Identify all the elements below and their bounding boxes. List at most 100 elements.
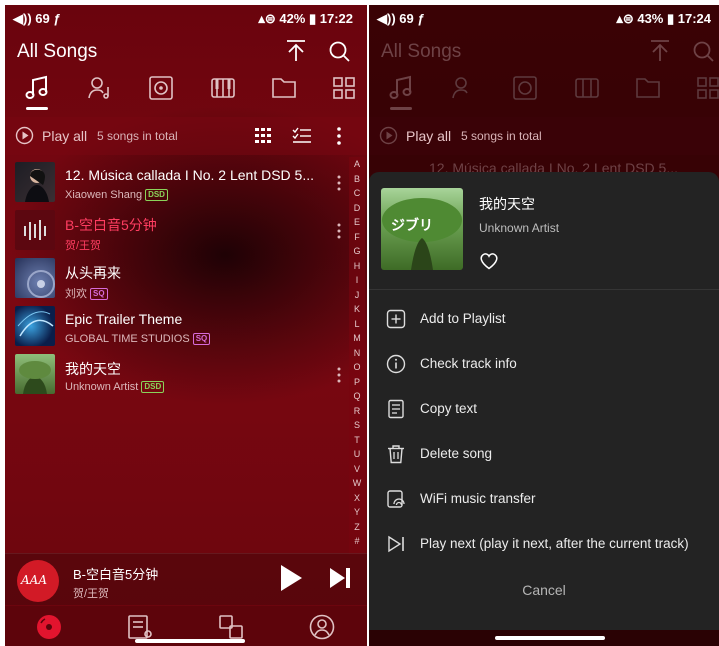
active-tab-indicator <box>26 107 48 110</box>
song-row[interactable]: 从头再来 刘欢 SQ <box>5 258 348 306</box>
play-circle-icon[interactable] <box>15 126 34 145</box>
tab-artists-icon <box>452 77 468 99</box>
play-icon[interactable] <box>279 564 303 592</box>
play-circle-icon <box>379 126 398 145</box>
song-more-icon[interactable] <box>336 174 342 192</box>
document-icon <box>388 399 404 419</box>
alphabet-letter[interactable]: O <box>349 360 365 375</box>
alphabet-letter[interactable]: A <box>349 157 365 172</box>
scroll-top-icon[interactable] <box>285 39 307 63</box>
song-row[interactable]: Epic Trailer Theme GLOBAL TIME STUDIOS SQ <box>5 306 348 354</box>
song-more-icon[interactable] <box>336 366 342 384</box>
song-count: 5 songs in total <box>97 129 178 143</box>
tab-folders-icon[interactable] <box>271 75 297 101</box>
mini-player[interactable]: AAA B-空白音5分钟 贺/王贺 <box>5 553 367 605</box>
multi-select-icon[interactable] <box>292 126 312 146</box>
nav-music-disc-icon[interactable] <box>36 614 62 640</box>
alphabet-letter[interactable]: X <box>349 491 365 506</box>
alphabet-letter[interactable]: U <box>349 447 365 462</box>
status-right: ▴⊜ 42% ▮ 17:22 <box>258 11 353 26</box>
tab-more-grid-icon[interactable] <box>331 75 357 101</box>
menu-label: Add to Playlist <box>420 311 506 326</box>
alphabet-index[interactable]: A B C D E F G H I J K L M N O P Q R S T U V W X Y Z # <box>349 157 365 555</box>
cover-logo-text: ジブリ <box>391 217 433 234</box>
sq-badge: SQ <box>90 288 108 300</box>
alphabet-letter[interactable]: H <box>349 259 365 274</box>
sq-badge: SQ <box>192 333 211 345</box>
sheet-divider <box>369 289 719 290</box>
tab-songs-icon <box>389 75 412 99</box>
song-title: 从头再来 <box>65 265 121 281</box>
album-cover <box>15 258 55 298</box>
alphabet-letter[interactable]: F <box>349 230 365 245</box>
alphabet-letter[interactable]: D <box>349 201 365 216</box>
wifi-transfer-icon <box>387 490 405 508</box>
song-title: Epic Trailer Theme <box>65 311 183 327</box>
album-cover <box>15 354 55 394</box>
menu-copy-text[interactable]: Copy text <box>369 389 719 429</box>
alphabet-letter[interactable]: E <box>349 215 365 230</box>
dsd-badge: DSD <box>145 189 168 201</box>
favorite-heart-icon[interactable] <box>479 252 499 270</box>
menu-play-next[interactable]: Play next (play it next, after the curre… <box>369 524 719 564</box>
menu-label: Check track info <box>420 356 517 371</box>
tab-genres-icon[interactable] <box>210 75 236 101</box>
menu-check-track-info[interactable]: Check track info <box>369 344 719 384</box>
nav-playlist-icon[interactable] <box>127 614 153 640</box>
alphabet-letter[interactable]: C <box>349 186 365 201</box>
tab-songs-icon[interactable] <box>24 75 50 101</box>
alphabet-letter[interactable]: W <box>349 476 365 491</box>
play-all-bar: Play all 5 songs in total <box>369 117 719 155</box>
status-left: ◀)) 69 ƒ <box>377 11 425 26</box>
home-indicator[interactable] <box>135 639 245 643</box>
now-playing-disc[interactable]: AAA <box>17 560 59 602</box>
search-icon[interactable] <box>328 39 350 63</box>
song-row[interactable]: 我的天空 Unknown Artist DSD <box>5 354 348 402</box>
nav-profile-icon[interactable] <box>309 614 335 640</box>
alphabet-letter[interactable]: K <box>349 302 365 317</box>
status-right: ▴⊜ 43% ▮ 17:24 <box>616 11 711 26</box>
menu-wifi-music-transfer[interactable]: WiFi music transfer <box>369 479 719 519</box>
alphabet-letter[interactable]: # <box>349 534 365 549</box>
song-row[interactable]: 12. Música callada I No. 2 Lent DSD 5...… <box>5 162 348 210</box>
alphabet-letter[interactable]: G <box>349 244 365 259</box>
album-cover <box>15 162 55 202</box>
alphabet-letter[interactable]: P <box>349 375 365 390</box>
alphabet-letter[interactable]: J <box>349 288 365 303</box>
menu-add-to-playlist[interactable]: Add to Playlist <box>369 299 719 339</box>
alphabet-letter[interactable]: N <box>349 346 365 361</box>
trash-icon <box>388 445 404 464</box>
song-options-sheet: ジブリ 我的天空 Unknown Artist Add to Playlist … <box>369 172 719 632</box>
alphabet-letter[interactable]: Y <box>349 505 365 520</box>
home-indicator[interactable] <box>495 636 605 640</box>
tab-more-grid-icon <box>697 77 719 99</box>
overflow-menu-icon[interactable] <box>329 126 349 146</box>
tab-artists-icon[interactable] <box>87 75 113 101</box>
song-more-icon[interactable] <box>336 222 342 240</box>
alphabet-letter[interactable]: L <box>349 317 365 332</box>
alphabet-letter[interactable]: Q <box>349 389 365 404</box>
tab-albums-icon[interactable] <box>148 75 174 101</box>
grid-view-icon[interactable] <box>253 126 273 146</box>
add-box-icon <box>386 309 406 329</box>
alphabet-letter[interactable]: M <box>349 331 365 346</box>
album-cover <box>15 306 55 346</box>
song-row-playing[interactable]: B-空白音5分钟 贺/王贺 <box>5 210 348 258</box>
nav-transfer-icon[interactable] <box>218 614 244 640</box>
alphabet-letter[interactable]: R <box>349 404 365 419</box>
now-playing-artist: 贺/王贺 <box>73 588 110 600</box>
alphabet-letter[interactable]: V <box>349 462 365 477</box>
alphabet-letter[interactable]: S <box>349 418 365 433</box>
alphabet-letter[interactable]: Z <box>349 520 365 535</box>
alphabet-letter[interactable]: B <box>349 172 365 187</box>
menu-delete-song[interactable]: Delete song <box>369 434 719 474</box>
album-cover <box>15 210 55 250</box>
alphabet-letter[interactable]: I <box>349 273 365 288</box>
cancel-button[interactable]: Cancel <box>369 582 719 598</box>
menu-label: Delete song <box>420 446 493 461</box>
next-track-icon[interactable] <box>329 566 351 590</box>
active-tab-indicator <box>390 107 412 110</box>
play-all-button[interactable]: Play all <box>42 128 87 144</box>
song-title: 12. Música callada I No. 2 Lent DSD 5... <box>65 167 315 183</box>
alphabet-letter[interactable]: T <box>349 433 365 448</box>
